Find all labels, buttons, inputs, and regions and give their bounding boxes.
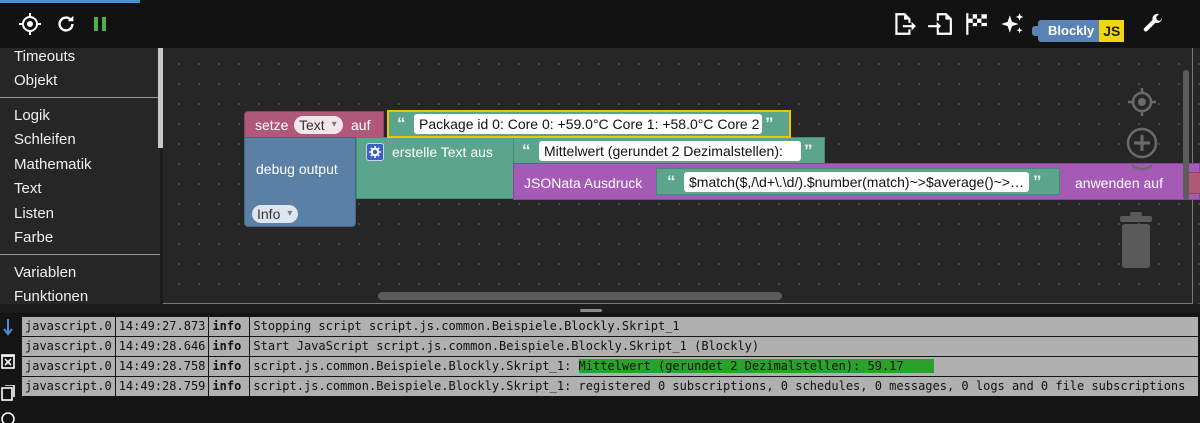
- package-text-field[interactable]: Package id 0: Core 0: +59.0°C Core 1: +5…: [414, 114, 762, 134]
- set-variable-block[interactable]: setze Text auf: [244, 111, 384, 138]
- log-timestamp: 14:49:28.758: [115, 357, 209, 376]
- workspace-vertical-scrollbar[interactable]: [1183, 70, 1189, 200]
- category-objekt[interactable]: Objekt: [14, 72, 57, 89]
- quote-close-icon: ”: [1033, 172, 1042, 191]
- refresh-icon[interactable]: [52, 10, 80, 38]
- blockly-badge-text: Blockly: [1031, 20, 1100, 42]
- quote-close-icon: ”: [804, 141, 813, 160]
- workspace-horizontal-scrollbar[interactable]: [378, 292, 782, 300]
- wrench-icon[interactable]: [1139, 10, 1167, 38]
- log-message: Stopping script script.js.common.Beispie…: [250, 317, 1199, 336]
- toolbox-sidebar: Timeouts Objekt Logik Schleifen Mathemat…: [0, 48, 160, 304]
- text-literal-block[interactable]: “ Mittelwert (gerundet 2 Dezimalstellen)…: [513, 137, 825, 164]
- checkered-flag-icon[interactable]: [962, 10, 990, 38]
- import-icon[interactable]: [926, 10, 954, 38]
- gear-icon[interactable]: [366, 143, 384, 161]
- log-source: javascript.0: [22, 377, 115, 396]
- log-message: script.js.common.Beispiele.Blockly.Skrip…: [250, 357, 1199, 376]
- category-funktionen[interactable]: Funktionen: [14, 288, 88, 304]
- category-variablen[interactable]: Variablen: [14, 264, 76, 281]
- category-logik[interactable]: Logik: [14, 107, 50, 124]
- sparkle-icon[interactable]: [998, 10, 1026, 38]
- debug-output-label: debug output: [256, 161, 338, 177]
- erstelle-label: erstelle Text aus: [392, 144, 493, 160]
- active-tab-indicator: [0, 0, 140, 3]
- trash-icon[interactable]: [1116, 212, 1156, 277]
- quote-close-icon: ”: [765, 114, 774, 133]
- jsonata-block[interactable]: JSONata Ausdruck “ $match($,/\d+\.\d/).$…: [513, 163, 1200, 200]
- scroll-down-icon[interactable]: [0, 317, 16, 337]
- category-listen[interactable]: Listen: [14, 205, 54, 222]
- zoom-in-icon[interactable]: [1126, 127, 1158, 164]
- quote-open-icon: “: [522, 141, 531, 160]
- log-severity: info: [209, 337, 250, 356]
- log-timestamp: 14:49:27.873: [115, 317, 209, 336]
- log-toolbar: [0, 313, 20, 423]
- jsonata-expression-field[interactable]: $match($,/\d+\.\d/).$number(match)~>$ave…: [684, 172, 1029, 192]
- mittelwert-text-field[interactable]: Mittelwert (gerundet 2 Dezimalstellen):: [539, 141, 801, 161]
- pause-icon[interactable]: [86, 10, 114, 38]
- log-row[interactable]: javascript.0 14:49:28.758 info script.js…: [22, 357, 1199, 376]
- log-row[interactable]: javascript.0 14:49:27.873 info Stopping …: [22, 317, 1199, 336]
- package-text-block[interactable]: “ Package id 0: Core 0: +59.0°C Core 1: …: [387, 110, 791, 138]
- create-text-block[interactable]: erstelle Text aus: [356, 137, 518, 199]
- log-message: Start JavaScript script.js.common.Beispi…: [250, 337, 1199, 356]
- zoom-out-icon[interactable]: [1126, 163, 1158, 188]
- log-level-dropdown[interactable]: Info: [252, 205, 299, 223]
- category-timeouts[interactable]: Timeouts: [14, 48, 75, 65]
- log-severity: info: [209, 317, 250, 336]
- copy-icon[interactable]: [0, 383, 16, 403]
- log-message-text: script.js.common.Beispiele.Blockly.Skrip…: [253, 359, 579, 373]
- jsonata-label: JSONata Ausdruck: [524, 175, 643, 191]
- category-text[interactable]: Text: [14, 180, 42, 197]
- jsonata-expression-block[interactable]: “ $match($,/\d+\.\d/).$number(match)~>$a…: [656, 168, 1060, 195]
- log-row[interactable]: javascript.0 14:49:28.646 info Start Jav…: [22, 337, 1199, 356]
- category-farbe[interactable]: Farbe: [14, 229, 53, 246]
- category-separator: [0, 97, 160, 98]
- log-source: javascript.0: [22, 357, 115, 376]
- crosshair-icon[interactable]: [16, 10, 44, 38]
- recenter-icon[interactable]: [1126, 86, 1158, 123]
- log-timestamp: 14:49:28.646: [115, 337, 209, 356]
- blockly-badge-js: JS: [1099, 20, 1125, 42]
- log-message-text: script.js.common.Beispiele.Blockly.Skrip…: [253, 379, 1186, 393]
- quote-open-icon: “: [397, 114, 406, 133]
- debug-output-block[interactable]: debug output Info: [244, 137, 356, 227]
- log-row[interactable]: javascript.0 14:49:28.759 info script.js…: [22, 377, 1199, 396]
- auf-label: auf: [351, 117, 371, 133]
- log-source: javascript.0: [22, 317, 115, 336]
- log-timestamp: 14:49:28.759: [115, 377, 209, 396]
- log-source: javascript.0: [22, 337, 115, 356]
- category-separator: [0, 254, 160, 255]
- clear-log-icon[interactable]: [0, 351, 16, 371]
- panel-resize-handle[interactable]: [580, 309, 602, 312]
- blockly-js-badge[interactable]: Blockly JS: [1031, 20, 1125, 42]
- quote-open-icon: “: [667, 172, 676, 191]
- setze-label: setze: [255, 117, 289, 133]
- category-schleifen[interactable]: Schleifen: [14, 131, 76, 148]
- log-message-text: Start JavaScript script.js.common.Beispi…: [253, 339, 760, 353]
- log-severity: info: [209, 377, 250, 396]
- log-message: script.js.common.Beispiele.Blockly.Skrip…: [250, 377, 1199, 396]
- log-table: javascript.0 14:49:27.873 info Stopping …: [21, 316, 1199, 397]
- log-extra-icon[interactable]: [0, 409, 16, 423]
- category-mathematik[interactable]: Mathematik: [14, 156, 92, 173]
- log-message-text: Stopping script script.js.common.Beispie…: [253, 319, 680, 333]
- export-icon[interactable]: [890, 10, 918, 38]
- log-severity: info: [209, 357, 250, 376]
- top-toolbar: Blockly JS: [0, 0, 1200, 48]
- variable-dropdown[interactable]: Text: [294, 116, 343, 134]
- log-highlight: Mittelwert (gerundet 2 Dezimalstellen): …: [578, 359, 934, 373]
